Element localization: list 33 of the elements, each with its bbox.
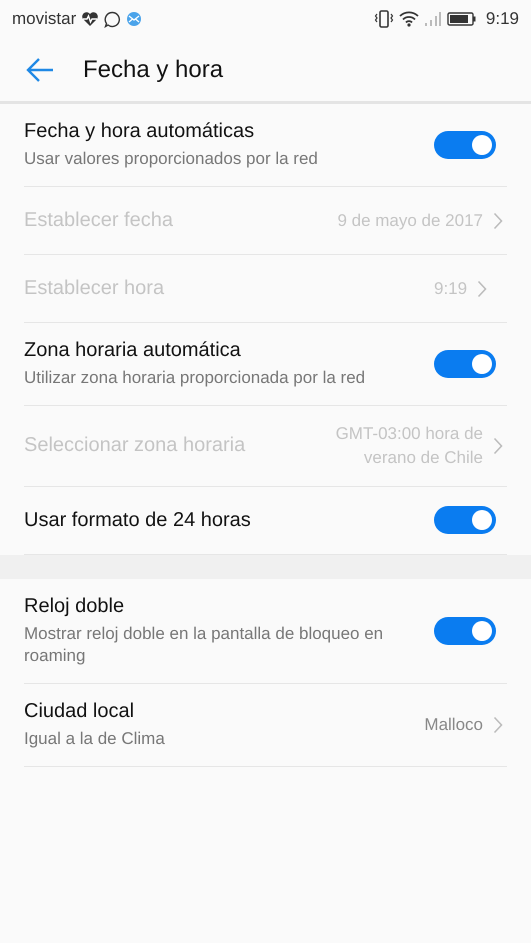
vibrate-icon	[374, 10, 394, 28]
heart-pulse-icon	[81, 11, 100, 27]
settings-row[interactable]: Fecha y hora automáticas Usar valores proporcionados por la red	[24, 104, 507, 188]
chevron-right-icon	[493, 436, 503, 455]
wifi-icon	[398, 11, 419, 27]
mail-badge-icon	[126, 11, 142, 27]
chevron-right-icon	[477, 280, 488, 298]
setting-description: Mostrar reloj doble en la pantalla de bloqueo en roaming	[24, 622, 384, 667]
setting-description: Usar valores proporcionados por la red	[24, 148, 319, 170]
setting-value: Malloco	[424, 714, 483, 736]
chevron-right-icon	[493, 212, 503, 230]
battery-icon	[446, 11, 477, 27]
settings-row[interactable]: Zona horaria automática Utilizar zona horaria proporcionada por la red	[24, 323, 507, 406]
toggle-switch[interactable]	[434, 131, 496, 160]
setting-title: Fecha y hora automáticas	[24, 120, 256, 143]
setting-title: Usar formato de 24 horas	[24, 508, 252, 532]
carrier-name: movistar	[12, 9, 76, 29]
toggle-switch[interactable]	[434, 350, 496, 378]
chevron-right-icon	[493, 716, 503, 734]
settings-row[interactable]: Ciudad local Igual a la de Clima Malloco	[24, 684, 507, 768]
setting-title: Reloj doble	[24, 594, 126, 618]
toggle-switch[interactable]	[434, 616, 496, 645]
settings-row[interactable]: Reloj doble Mostrar reloj doble en la pantalla de bloqueo en roaming	[24, 578, 507, 684]
setting-description: Igual a la de Clima	[24, 728, 166, 750]
clock-time: 9:19	[486, 9, 519, 29]
page-title: Fecha y hora	[83, 56, 224, 84]
toggle-switch[interactable]	[434, 506, 496, 534]
setting-title: Ciudad local	[24, 700, 136, 723]
setting-description: Utilizar zona horaria proporcionada por la red	[24, 367, 366, 390]
signal-icon	[424, 11, 442, 27]
back-button[interactable]	[25, 56, 55, 84]
chat-bubble-icon	[104, 10, 122, 28]
setting-title: Zona horaria automática	[24, 339, 242, 362]
